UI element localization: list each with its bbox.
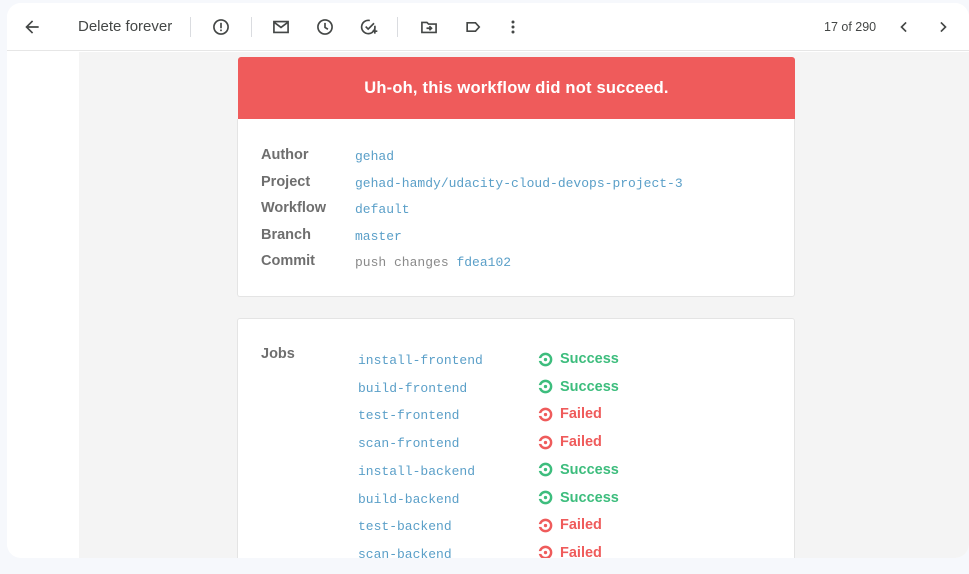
move-to-button[interactable] xyxy=(411,9,447,45)
job-status-label: Failed xyxy=(560,544,602,558)
mark-unread-icon xyxy=(273,20,289,34)
back-button[interactable] xyxy=(14,9,50,45)
job-status-label: Failed xyxy=(560,406,602,423)
older-button[interactable] xyxy=(925,9,961,45)
newer-button[interactable] xyxy=(886,9,922,45)
email-window: Delete forever 17 of 290 Uh-oh, this wor… xyxy=(7,3,969,558)
older-chevron-icon xyxy=(940,21,947,33)
failed-status-icon xyxy=(538,518,553,533)
branch-link[interactable]: master xyxy=(355,229,402,244)
project-link[interactable]: gehad-hamdy/udacity-cloud-devops-project… xyxy=(355,176,683,191)
branch-label: Branch xyxy=(261,227,311,243)
commit-value: push changes fdea102 xyxy=(355,255,511,270)
job-name-link[interactable]: build-backend xyxy=(358,492,459,507)
success-status-icon xyxy=(538,462,553,477)
email-toolbar: Delete forever 17 of 290 xyxy=(7,3,969,51)
newer-chevron-icon xyxy=(900,21,907,33)
job-status: Failed xyxy=(538,517,602,533)
toolbar-divider xyxy=(251,17,252,37)
success-status-icon xyxy=(538,352,553,366)
job-status-label: Success xyxy=(560,351,619,367)
job-status-label: Failed xyxy=(560,517,602,534)
more-options-button[interactable] xyxy=(495,9,531,45)
label-icon xyxy=(466,22,481,32)
report-spam-icon xyxy=(213,19,229,35)
job-status-label: Failed xyxy=(560,434,602,451)
snooze-icon xyxy=(317,19,333,35)
commit-message: push changes xyxy=(355,255,449,270)
failed-status-icon xyxy=(538,435,553,449)
add-to-tasks-icon xyxy=(360,19,378,35)
left-gutter xyxy=(7,52,79,558)
success-status-icon xyxy=(538,490,553,505)
job-status: Success xyxy=(538,351,619,367)
job-status: Success xyxy=(538,379,619,395)
job-name-link[interactable]: install-frontend xyxy=(358,353,483,368)
job-status-label: Success xyxy=(560,489,619,506)
mark-unread-button[interactable] xyxy=(263,9,299,45)
move-to-icon xyxy=(421,21,437,34)
workflow-details-card: Author gehad Project gehad-hamdy/udacity… xyxy=(237,119,795,297)
job-name-link[interactable]: scan-backend xyxy=(358,547,452,558)
jobs-card: Jobs install-frontend Success build-fronte… xyxy=(237,318,795,558)
author-label: Author xyxy=(261,147,309,163)
job-name-link[interactable]: test-frontend xyxy=(358,408,459,423)
workflow-link[interactable]: default xyxy=(355,202,410,217)
job-status-label: Success xyxy=(560,461,619,478)
job-status: Failed xyxy=(538,406,602,422)
author-link[interactable]: gehad xyxy=(355,149,394,164)
job-name-link[interactable]: test-backend xyxy=(358,519,452,534)
job-status: Failed xyxy=(538,545,602,558)
failure-banner: Uh-oh, this workflow did not succeed. xyxy=(238,57,795,119)
delete-forever-button[interactable]: Delete forever xyxy=(78,18,172,35)
job-name-link[interactable]: build-frontend xyxy=(358,381,467,396)
workflow-label: Workflow xyxy=(261,200,326,216)
job-status: Success xyxy=(538,462,619,478)
failed-status-icon xyxy=(538,407,553,422)
success-status-icon xyxy=(538,379,553,394)
failed-status-icon xyxy=(538,546,553,558)
jobs-label: Jobs xyxy=(261,346,295,362)
job-status: Success xyxy=(538,490,619,506)
more-options-icon xyxy=(511,20,515,34)
job-status: Failed xyxy=(538,434,602,450)
project-label: Project xyxy=(261,174,311,190)
toolbar-divider xyxy=(190,17,191,37)
back-arrow-icon xyxy=(25,20,39,34)
job-name-link[interactable]: install-backend xyxy=(358,464,475,479)
commit-label: Commit xyxy=(261,253,315,269)
message-counter: 17 of 290 xyxy=(824,20,877,34)
label-button[interactable] xyxy=(455,9,491,45)
toolbar-divider xyxy=(397,17,398,37)
job-status-label: Success xyxy=(560,378,619,395)
commit-hash-link[interactable]: fdea102 xyxy=(456,255,511,270)
add-to-tasks-button[interactable] xyxy=(351,9,387,45)
job-name-link[interactable]: scan-frontend xyxy=(358,436,459,451)
snooze-button[interactable] xyxy=(307,9,343,45)
report-spam-button[interactable] xyxy=(203,9,239,45)
